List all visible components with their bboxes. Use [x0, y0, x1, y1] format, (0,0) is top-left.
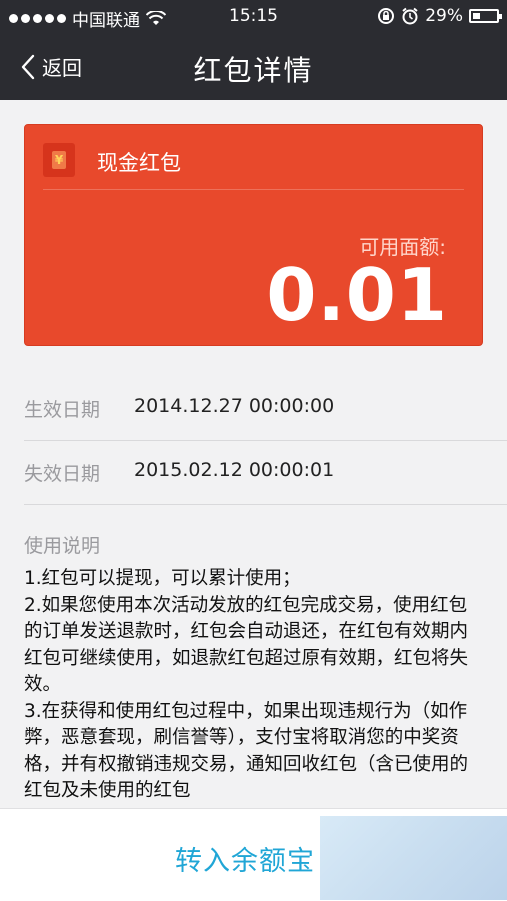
red-packet-card: ¥ 现金红包 可用面额: 0.01: [24, 124, 483, 346]
usage-instructions: 1.红包可以提现，可以累计使用； 2.如果您使用本次活动发放的红包完成交易，使用…: [24, 566, 474, 805]
status-right: 29%: [377, 6, 502, 26]
card-divider: [43, 189, 464, 190]
page-title: 红包详情: [193, 54, 314, 87]
effective-date-label: 生效日期: [24, 399, 101, 421]
yuan-coupon-icon: ¥: [43, 143, 75, 177]
usage-title: 使用说明: [24, 535, 101, 557]
alarm-icon: [402, 7, 418, 25]
usage-line: 1.红包可以提现，可以累计使用；: [24, 568, 301, 589]
expiry-date-label: 失效日期: [24, 463, 101, 485]
available-amount-value: 0.01: [266, 253, 448, 337]
rotation-lock-icon: [378, 8, 395, 24]
effective-date-row: 生效日期 2014.12.27 00:00:00: [24, 374, 507, 441]
battery-icon: [469, 9, 502, 23]
effective-date-value: 2014.12.27 00:00:00: [134, 395, 335, 417]
usage-line: 3.在获得和使用红包过程中，如果出现违规行为（如作弊，恶意套现，刷信誉等），支付…: [24, 700, 469, 802]
overlay-graphic: [320, 816, 507, 900]
usage-line: 2.如果您使用本次活动发放的红包完成交易，使用红包的订单发送退款时，红包会自动退…: [24, 594, 469, 696]
battery-percent: 29%: [425, 6, 463, 26]
coupon-glyph: ¥: [52, 151, 66, 169]
expiry-date-value: 2015.02.12 00:00:01: [134, 459, 335, 481]
nav-bar: 返回 红包详情: [0, 34, 507, 100]
packet-type-label: 现金红包: [97, 151, 181, 175]
status-bar: 中国联通 15:15 29%: [0, 0, 507, 34]
expiry-date-row: 失效日期 2015.02.12 00:00:01: [24, 438, 507, 505]
transfer-to-yuebao-button[interactable]: 转入余额宝: [175, 839, 315, 878]
